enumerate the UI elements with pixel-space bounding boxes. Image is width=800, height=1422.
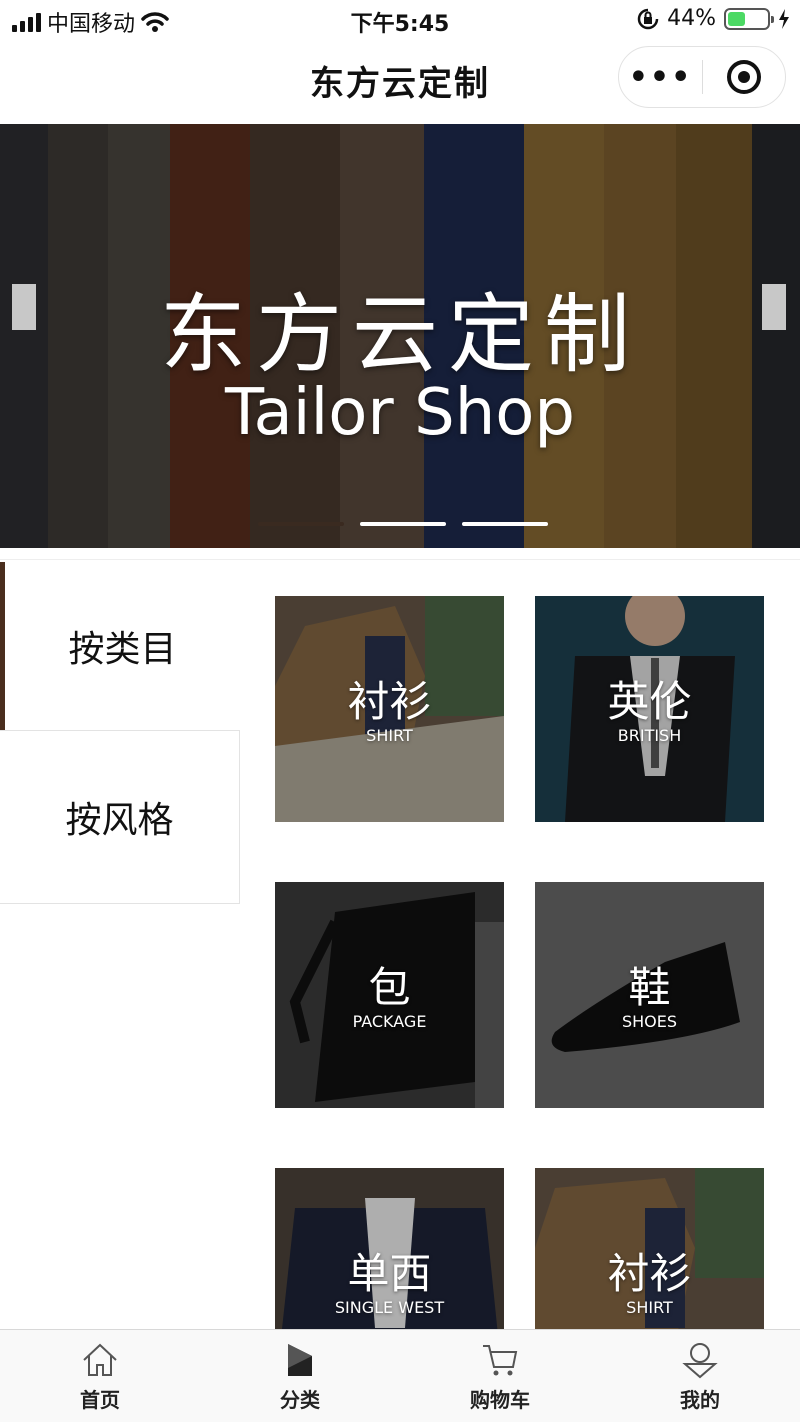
banner-subtitle: Tailor Shop — [224, 376, 576, 450]
home-icon — [83, 1343, 117, 1376]
close-button[interactable] — [703, 60, 785, 94]
product-title: 单西 — [347, 1249, 432, 1298]
product-tile-shoes[interactable]: 鞋 SHOES — [535, 882, 764, 1108]
tab-label: 按类目 — [68, 629, 177, 670]
tabbar-label: 分类 — [280, 1388, 320, 1412]
product-title: 英伦 — [607, 677, 692, 726]
tab-by-category[interactable]: 按类目 — [0, 562, 240, 730]
product-title: 衬衫 — [347, 677, 432, 726]
product-tile-british[interactable]: 英伦 BRITISH — [535, 596, 764, 822]
tab-label: 按风格 — [65, 800, 174, 841]
cart-icon — [483, 1345, 518, 1376]
product-subtitle: SHIRT — [626, 1298, 673, 1317]
tab-by-style[interactable]: 按风格 — [0, 730, 240, 904]
tabbar-item-profile[interactable]: 我的 — [600, 1330, 800, 1422]
banner-title: 东方云定制 — [160, 285, 640, 385]
product-title: 包 — [368, 963, 411, 1012]
category-icon — [288, 1344, 312, 1376]
banner-carousel[interactable]: 东方云定制 Tailor Shop — [0, 124, 800, 548]
tabbar-label: 首页 — [80, 1388, 120, 1412]
battery-percent: 44% — [667, 6, 716, 31]
charging-icon — [779, 8, 789, 29]
carousel-dot-3[interactable] — [462, 522, 548, 526]
target-icon — [726, 60, 761, 94]
bottom-tab-bar: 首页 分类 购物车 我的 — [0, 1329, 800, 1422]
tabbar-item-cart[interactable]: 购物车 — [400, 1330, 600, 1422]
rotation-lock-icon — [637, 8, 659, 29]
product-title: 衬衫 — [607, 1249, 692, 1298]
profile-icon — [682, 1343, 718, 1379]
tabbar-label: 我的 — [680, 1388, 720, 1412]
mini-program-capsule: ••• — [618, 46, 786, 108]
status-right: 44% — [637, 6, 790, 31]
product-subtitle: PACKAGE — [352, 1012, 427, 1031]
product-subtitle: SHOES — [621, 1012, 678, 1031]
tabbar-item-home[interactable]: 首页 — [0, 1330, 200, 1422]
carousel-dot-2[interactable] — [360, 522, 446, 526]
battery-icon — [724, 7, 774, 30]
status-bar: 中国移动 下午5:45 44% — [0, 0, 800, 40]
tabbar-label: 购物车 — [470, 1388, 530, 1412]
nav-bar: 东方云定制 ••• — [0, 40, 800, 124]
section-divider — [0, 548, 800, 560]
product-title: 鞋 — [628, 963, 671, 1012]
more-button[interactable]: ••• — [619, 60, 702, 95]
product-subtitle: SHIRT — [366, 726, 413, 745]
tabbar-item-category[interactable]: 分类 — [200, 1330, 400, 1422]
carousel-indicators — [258, 522, 548, 526]
carousel-dot-1[interactable] — [258, 522, 344, 526]
product-subtitle: SINGLE WEST — [334, 1298, 445, 1317]
product-tile-package[interactable]: 包 PACKAGE — [275, 882, 504, 1108]
product-subtitle: BRITISH — [617, 726, 682, 745]
product-tile-shirt[interactable]: 衬衫 SHIRT — [275, 596, 504, 822]
